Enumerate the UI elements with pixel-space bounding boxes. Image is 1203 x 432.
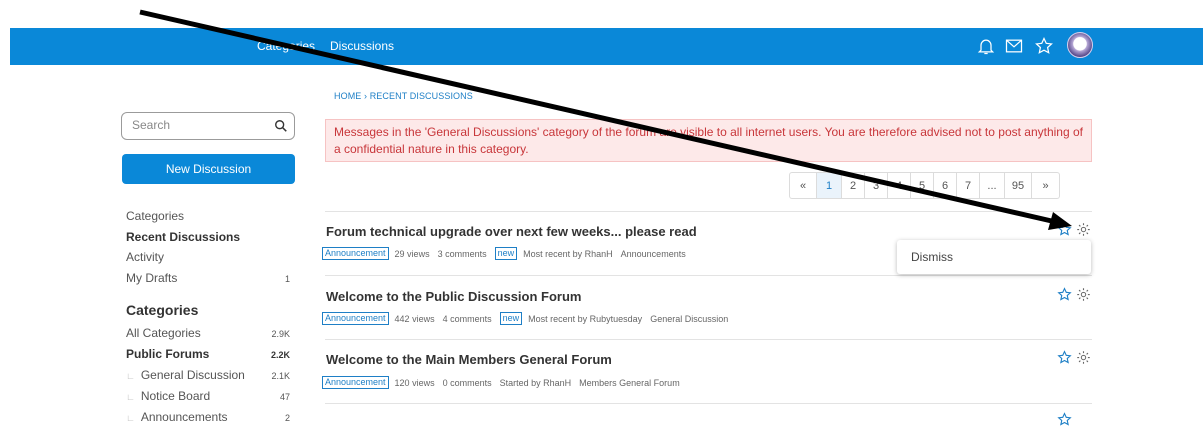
page-2-button[interactable]: 2 [842, 173, 865, 198]
views-count: 442 views [394, 313, 435, 324]
bookmark-star-icon[interactable] [1057, 350, 1072, 365]
row-divider [325, 403, 1092, 404]
category-public-forums[interactable]: Public Forums [126, 347, 209, 361]
new-discussion-button[interactable]: New Discussion [122, 154, 295, 184]
discussion-options-menu: Dismiss [897, 240, 1091, 274]
search-icon[interactable] [274, 119, 288, 133]
views-count: 29 views [394, 248, 430, 259]
category-announcements[interactable]: ∟ Announcements [126, 410, 228, 424]
drafts-count: 1 [284, 274, 290, 284]
new-badge: new [499, 312, 523, 325]
comments-count[interactable]: 0 comments [443, 378, 492, 388]
category-label: Announcements [140, 410, 228, 424]
category-count: 2.9K [271, 329, 290, 339]
discussion-title[interactable]: Welcome to the Main Members General Foru… [326, 352, 612, 367]
discussion-title[interactable]: Welcome to the Public Discussion Forum [326, 289, 581, 304]
page-5-button[interactable]: 5 [911, 173, 934, 198]
page-1-button[interactable]: 1 [817, 173, 842, 198]
announcement-tag: Announcement [322, 247, 389, 260]
bookmark-star-icon[interactable] [1057, 287, 1072, 302]
announcement-tag: Announcement [322, 312, 389, 325]
discussion-category[interactable]: Members General Forum [579, 378, 680, 388]
page-6-button[interactable]: 6 [934, 173, 957, 198]
options-gear-icon[interactable] [1076, 222, 1091, 237]
most-recent-by[interactable]: Most recent by Rubytuesday [528, 314, 642, 324]
envelope-icon[interactable] [1002, 34, 1026, 58]
next-page-button[interactable]: » [1032, 173, 1059, 198]
new-badge: new [494, 247, 518, 260]
nav-categories-link[interactable]: Categories [257, 39, 315, 53]
page-3-button[interactable]: 3 [865, 173, 888, 198]
started-by[interactable]: Started by RhanH [500, 378, 572, 388]
search-box [121, 112, 295, 140]
dismiss-menu-item[interactable]: Dismiss [911, 250, 953, 264]
category-count: 2.1K [271, 371, 290, 381]
page-95-button[interactable]: 95 [1005, 173, 1032, 198]
page-4-button[interactable]: 4 [888, 173, 911, 198]
prev-page-button[interactable]: « [790, 173, 817, 198]
pagination-ellipsis: ... [980, 173, 1005, 198]
comments-count[interactable]: 4 comments [443, 314, 492, 324]
subcategory-marker: ∟ [126, 392, 135, 402]
discussion-category[interactable]: General Discussion [650, 314, 728, 324]
bookmark-star-icon[interactable] [1057, 222, 1072, 237]
page-7-button[interactable]: 7 [957, 173, 980, 198]
subcategory-marker: ∟ [126, 413, 135, 423]
avatar[interactable] [1067, 32, 1093, 58]
star-icon[interactable] [1032, 34, 1056, 58]
breadcrumb[interactable]: HOME › RECENT DISCUSSIONS [334, 91, 473, 101]
pagination: «1 2 3 4 5 6 7... 95» [789, 172, 1060, 199]
search-input[interactable] [132, 118, 262, 132]
category-all[interactable]: All Categories [126, 326, 201, 340]
options-gear-icon[interactable] [1076, 287, 1091, 302]
discussion-meta: Announcement 120 views 0 comments Starte… [322, 376, 688, 389]
discussion-meta: Announcement 29 views 3 comments new Mos… [322, 247, 694, 260]
most-recent-by[interactable]: Most recent by RhanH [523, 249, 613, 259]
bookmark-star-icon[interactable] [1057, 412, 1072, 427]
announcement-tag: Announcement [322, 376, 389, 389]
discussion-meta: Announcement 442 views 4 comments new Mo… [322, 312, 736, 325]
category-count: 47 [279, 392, 290, 402]
discussion-category[interactable]: Announcements [621, 249, 686, 259]
category-general-discussion[interactable]: ∟ General Discussion [126, 368, 245, 382]
sidebar-item-categories[interactable]: Categories [126, 209, 184, 223]
sidebar-item-recent-discussions[interactable]: Recent Discussions [126, 230, 240, 244]
categories-heading: Categories [126, 302, 199, 318]
category-label: General Discussion [140, 368, 245, 382]
comments-count[interactable]: 3 comments [438, 249, 487, 259]
category-notice-board[interactable]: ∟ Notice Board [126, 389, 210, 403]
row-divider [325, 211, 1092, 212]
row-divider [325, 275, 1092, 276]
category-label: Notice Board [140, 389, 211, 403]
sidebar-item-activity[interactable]: Activity [126, 250, 164, 264]
category-count: 2.2K [270, 350, 290, 360]
subcategory-marker: ∟ [126, 371, 135, 381]
sidebar-item-my-drafts[interactable]: My Drafts [126, 271, 177, 285]
alert-banner: Messages in the 'General Discussions' ca… [325, 119, 1092, 162]
top-navigation-bar: Categories Discussions [10, 28, 1203, 65]
category-count: 2 [284, 413, 290, 423]
row-divider [325, 339, 1092, 340]
options-gear-icon[interactable] [1076, 350, 1091, 365]
views-count: 120 views [394, 377, 435, 388]
nav-discussions-link[interactable]: Discussions [330, 39, 394, 53]
bell-icon[interactable] [974, 34, 998, 58]
discussion-title[interactable]: Forum technical upgrade over next few we… [326, 224, 697, 239]
